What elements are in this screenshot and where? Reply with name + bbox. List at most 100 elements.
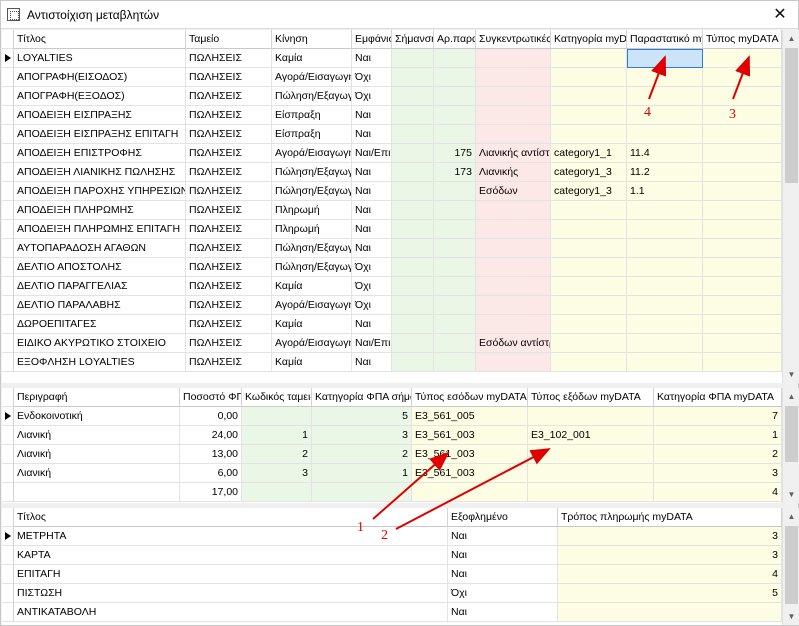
doc-type-cell[interactable]: ΑΠΟΓΡΑΦΗ(ΕΙΣΟΔΟΣ) [14,68,186,87]
doc-type-cell[interactable]: ΠΩΛΗΣΕΙΣ [186,315,272,334]
doc-type-cell[interactable] [703,106,782,125]
doc-type-cell[interactable] [703,182,782,201]
doc-type-cell[interactable]: Ναι [352,239,392,258]
doc-type-cell[interactable]: 11.2 [627,163,703,182]
doc-type-cell[interactable] [476,201,551,220]
doc-type-cell[interactable]: Αγορά/Εισαγωγή [272,68,352,87]
doc-type-cell[interactable]: 11.4 [627,144,703,163]
doc-type-cell[interactable] [551,334,627,353]
doc-type-cell[interactable]: ΑΠΟΔΕΙΞΗ ΕΙΣΠΡΑΞΗΣ ΕΠΙΤΑΓΗ [14,125,186,144]
doc-type-cell[interactable] [551,49,627,68]
vat-category-cell[interactable]: 2 [312,445,412,464]
vat-category-cell[interactable]: E3_561_005 [412,407,528,426]
vat-category-cell[interactable]: 24,00 [180,426,242,445]
vat-category-header-3[interactable]: Κατηγορία ΦΠΑ σήμανσης [312,388,412,407]
doc-type-cell[interactable] [627,334,703,353]
doc-type-cell[interactable] [476,68,551,87]
doc-type-cell[interactable]: ΠΩΛΗΣΕΙΣ [186,49,272,68]
doc-type-cell[interactable] [476,277,551,296]
doc-type-cell[interactable] [392,315,434,334]
doc-type-cell[interactable] [551,87,627,106]
doc-type-header-9[interactable]: Τύπος myDATA [703,30,782,49]
vat-category-cell[interactable]: Ενδοκοινοτική [14,407,180,426]
doc-type-cell[interactable] [392,220,434,239]
doc-type-cell[interactable]: Ναι [352,201,392,220]
doc-type-cell[interactable] [476,87,551,106]
doc-type-cell[interactable]: ΠΩΛΗΣΕΙΣ [186,296,272,315]
doc-type-cell[interactable]: ΔΕΛΤΙΟ ΠΑΡΑΛΑΒΗΣ [14,296,186,315]
vat-category-header-5[interactable]: Τύπος εξόδων myDATA [528,388,654,407]
row-indicator[interactable] [2,125,14,144]
doc-type-header-0[interactable]: Τίτλος [14,30,186,49]
doc-type-cell[interactable] [392,258,434,277]
doc-type-cell[interactable] [703,220,782,239]
doc-type-cell[interactable] [551,106,627,125]
doc-type-cell[interactable]: ΑΠΟΔΕΙΞΗ ΕΙΣΠΡΑΞΗΣ [14,106,186,125]
vat-category-cell[interactable] [312,483,412,502]
vat-category-header-6[interactable]: Κατηγορία ΦΠΑ myDATA [654,388,782,407]
payment-method-cell[interactable] [558,603,782,622]
doc-type-cell[interactable]: ΔΕΛΤΙΟ ΑΠΟΣΤΟΛΗΣ [14,258,186,277]
doc-type-cell[interactable] [703,144,782,163]
doc-type-cell[interactable] [476,49,551,68]
scroll-thumb[interactable] [785,526,798,604]
doc-type-cell[interactable]: ΑΠΟΔΕΙΞΗ ΠΑΡΟΧΗΣ ΥΠΗΡΕΣΙΩΝ [14,182,186,201]
payment-method-cell[interactable]: 3 [558,527,782,546]
doc-type-cell[interactable] [392,163,434,182]
doc-type-cell[interactable]: Ναι [352,315,392,334]
doc-type-cell[interactable]: ΠΩΛΗΣΕΙΣ [186,277,272,296]
doc-type-header-7[interactable]: Κατηγορία myDATA [551,30,627,49]
doc-type-cell[interactable] [392,201,434,220]
doc-type-cell[interactable]: Ναι [352,220,392,239]
vat-categories-grid[interactable]: ΠεριγραφήΠοσοστό ΦΠΑΚωδικός ταμειακήςΚατ… [2,388,782,503]
doc-type-cell[interactable]: Όχι [352,258,392,277]
doc-type-cell[interactable]: Ναι [352,182,392,201]
doc-type-cell[interactable] [703,334,782,353]
row-indicator[interactable] [2,201,14,220]
doc-type-cell[interactable]: ΕΞΟΦΛΗΣΗ LOYALTIES [14,353,186,372]
payment-method-cell[interactable]: ΠΙΣΤΩΣΗ [14,584,448,603]
document-types-grid[interactable]: ΤίτλοςΤαμείοΚίνησηΕμφάνισηΣήμανσηΑρ.παρα… [2,30,782,383]
payment-method-header-2[interactable]: Τρόπος πληρωμής myDATA [558,508,782,527]
doc-type-cell[interactable] [434,315,476,334]
vat-category-header-2[interactable]: Κωδικός ταμειακής [242,388,312,407]
doc-type-cell[interactable] [703,87,782,106]
doc-type-cell[interactable]: category1_3 [551,182,627,201]
doc-type-cell[interactable] [703,68,782,87]
vat-category-cell[interactable]: 5 [312,407,412,426]
doc-type-cell[interactable] [627,49,703,68]
doc-type-cell[interactable]: ΑΠΟΓΡΑΦΗ(ΕΞΟΔΟΣ) [14,87,186,106]
doc-type-cell[interactable] [434,239,476,258]
doc-type-cell[interactable] [434,334,476,353]
doc-type-cell[interactable]: 173 [434,163,476,182]
doc-type-cell[interactable] [627,125,703,144]
doc-type-cell[interactable] [551,220,627,239]
payment-methods-scrollbar[interactable]: ▲ ▼ [782,508,799,625]
doc-type-cell[interactable] [476,258,551,277]
doc-type-cell[interactable] [551,258,627,277]
doc-type-cell[interactable]: ΠΩΛΗΣΕΙΣ [186,68,272,87]
doc-type-cell[interactable]: Καμία [272,353,352,372]
scroll-up-icon[interactable]: ▲ [783,508,799,525]
row-indicator[interactable] [2,239,14,258]
doc-type-cell[interactable]: 1.1 [627,182,703,201]
doc-type-cell[interactable]: Πώληση/Εξαγωγή [272,87,352,106]
vat-category-cell[interactable]: E3_561_003 [412,464,528,483]
payment-method-cell[interactable]: Ναι [448,546,558,565]
doc-type-cell[interactable]: Πώληση/Εξαγωγή [272,258,352,277]
scroll-up-icon[interactable]: ▲ [783,30,799,47]
vat-category-cell[interactable]: 3 [242,464,312,483]
doc-type-cell[interactable] [703,201,782,220]
doc-type-cell[interactable] [434,353,476,372]
doc-type-cell[interactable]: Εσόδων αντίστροφη [476,334,551,353]
doc-type-cell[interactable]: ΑΠΟΔΕΙΞΗ ΛΙΑΝΙΚΗΣ ΠΩΛΗΣΗΣ [14,163,186,182]
doc-type-cell[interactable] [703,239,782,258]
doc-type-cell[interactable]: LOYALTIES [14,49,186,68]
vat-category-cell[interactable] [528,407,654,426]
row-indicator[interactable] [2,87,14,106]
doc-type-cell[interactable]: Καμία [272,315,352,334]
doc-type-cell[interactable] [476,239,551,258]
payment-method-cell[interactable]: Όχι [448,584,558,603]
doc-type-cell[interactable] [627,353,703,372]
payment-method-cell[interactable]: 4 [558,565,782,584]
